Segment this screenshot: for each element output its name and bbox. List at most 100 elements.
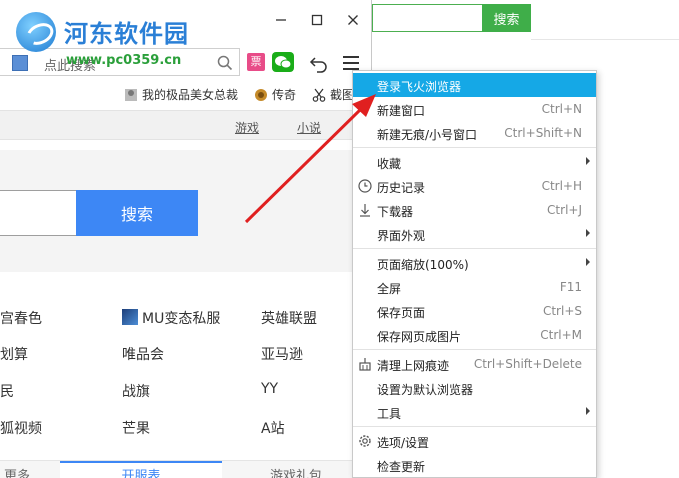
site-link[interactable]: 英雄联盟 <box>261 308 317 328</box>
scissors-icon <box>312 88 326 102</box>
watermark-title: 河东软件园 <box>64 20 189 48</box>
menu-item-shortcut: F11 <box>559 280 582 294</box>
watermark-url: www.pc0359.cn <box>66 53 182 68</box>
bookmark-item[interactable]: 我的极品美女总裁 <box>124 86 238 103</box>
site-link[interactable]: A站 <box>261 418 285 438</box>
tab-game-gifts[interactable]: 游戏礼包 <box>270 465 322 478</box>
site-link[interactable]: 唯品会 <box>122 344 164 364</box>
menu-item-save-page[interactable]: 保存页面 Ctrl+S <box>353 299 596 323</box>
menu-item-shortcut: Ctrl+Shift+N <box>504 126 582 140</box>
menu-item-label: 保存页面 <box>377 306 426 320</box>
menu-icon-line <box>343 62 359 64</box>
menu-item-shortcut: Ctrl+J <box>547 203 582 217</box>
bookmark-label: 传奇 <box>272 88 297 102</box>
minimize-button[interactable] <box>266 8 296 32</box>
menu-item-label: 登录飞火浏览器 <box>377 80 462 94</box>
submenu-arrow-icon <box>586 258 590 266</box>
page-search-area: 搜索 <box>0 150 371 272</box>
tab-more[interactable]: 更多 <box>4 465 30 478</box>
site-link[interactable]: 战旗 <box>122 381 150 401</box>
menu-item-shortcut: Ctrl+Shift+Delete <box>473 357 582 371</box>
menu-item-fullscreen[interactable]: 全屏 F11 <box>353 275 596 299</box>
menu-item-favorites[interactable]: 收藏 <box>353 150 596 174</box>
mu-game-icon <box>122 309 138 325</box>
clock-icon <box>358 179 372 193</box>
site-link[interactable]: YY <box>261 381 278 397</box>
maximize-icon <box>311 14 323 26</box>
site-link[interactable]: 狐视频 <box>0 418 42 438</box>
submenu-arrow-icon <box>586 229 590 237</box>
menu-item-options[interactable]: 选项/设置 <box>353 429 596 453</box>
menu-item-label: 工具 <box>377 407 402 421</box>
background-header <box>531 0 679 40</box>
site-link[interactable]: MU变态私服 <box>122 308 220 328</box>
menu-item-shortcut: Ctrl+S <box>542 304 582 318</box>
bookmarks-bar: 我的极品美女总裁 传奇 截图 <box>0 80 371 108</box>
page-search-button[interactable]: 搜索 <box>76 190 198 236</box>
menu-item-appearance[interactable]: 界面外观 <box>353 222 596 246</box>
submenu-arrow-icon <box>586 407 590 415</box>
menu-item-new-window[interactable]: 新建窗口 Ctrl+N <box>353 97 596 121</box>
menu-item-downloads[interactable]: 下载器 Ctrl+J <box>353 198 596 222</box>
site-link-label: MU变态私服 <box>142 311 221 327</box>
menu-item-label: 新建无痕/小号窗口 <box>377 128 478 142</box>
download-icon <box>360 204 370 217</box>
menu-item-new-incognito-window[interactable]: 新建无痕/小号窗口 Ctrl+Shift+N <box>353 121 596 145</box>
site-link[interactable]: 划算 <box>0 344 28 364</box>
site-link[interactable]: 民 <box>0 381 14 401</box>
menu-item-label: 选项/设置 <box>377 436 430 450</box>
menu-item-shortcut: Ctrl+M <box>540 328 582 342</box>
wechat-icon[interactable] <box>272 52 294 72</box>
site-link[interactable]: 芒果 <box>122 418 150 438</box>
bookmark-item[interactable]: 传奇 <box>254 86 296 103</box>
menu-item-label: 历史记录 <box>377 181 426 195</box>
site-link[interactable]: 宫春色 <box>0 308 42 328</box>
nav-link-novels[interactable]: 小说 <box>297 119 321 136</box>
menu-item-label: 下载器 <box>377 205 414 219</box>
bookmark-label: 截图 <box>330 88 355 102</box>
minimize-icon <box>276 19 286 21</box>
background-search-input[interactable] <box>372 4 482 32</box>
bookmark-item[interactable]: 截图 <box>312 86 354 103</box>
close-button[interactable] <box>338 8 368 32</box>
submenu-arrow-icon <box>586 157 590 165</box>
menu-item-shortcut: Ctrl+N <box>541 102 582 116</box>
menu-item-label: 全屏 <box>377 282 402 296</box>
broom-icon <box>359 358 371 371</box>
menu-item-zoom[interactable]: 页面缩放(100%) <box>353 251 596 275</box>
maximize-button[interactable] <box>302 8 332 32</box>
browser-window: 点此搜索 票 我的极品美女总裁 传奇 截图 游戏 小说 搜索 宫春色 MU变态私… <box>0 0 372 478</box>
site-links-grid: 宫春色 MU变态私服 英雄联盟 划算 唯品会 亚马逊 民 战旗 YY 狐视频 芒… <box>0 296 371 446</box>
close-icon <box>348 15 358 25</box>
menu-separator <box>353 248 596 249</box>
site-link[interactable]: 亚马逊 <box>261 344 303 364</box>
main-menu-dropdown: 登录飞火浏览器 新建窗口 Ctrl+N 新建无痕/小号窗口 Ctrl+Shift+N… <box>352 70 597 478</box>
menu-separator <box>353 349 596 350</box>
menu-item-clear-history[interactable]: 清理上网痕迹 Ctrl+Shift+Delete <box>353 352 596 376</box>
menu-item-label: 界面外观 <box>377 229 426 243</box>
menu-item-label: 收藏 <box>377 157 402 171</box>
menu-item-label: 保存网页成图片 <box>377 330 462 344</box>
portrait-icon <box>125 88 137 101</box>
menu-item-save-as-image[interactable]: 保存网页成图片 Ctrl+M <box>353 323 596 347</box>
page-search-input[interactable] <box>0 190 78 236</box>
site-watermark: 河东软件园 www.pc0359.cn <box>0 4 230 74</box>
menu-item-history[interactable]: 历史记录 Ctrl+H <box>353 174 596 198</box>
menu-item-label: 检查更新 <box>377 460 426 474</box>
game-icon <box>255 88 267 101</box>
bottom-tab-strip: 更多 开服表 游戏礼包 <box>0 460 371 478</box>
menu-item-set-default-browser[interactable]: 设置为默认浏览器 <box>353 376 596 400</box>
menu-item-label: 设置为默认浏览器 <box>377 383 474 397</box>
tab-server-list[interactable]: 开服表 <box>60 461 222 478</box>
ticket-icon[interactable]: 票 <box>247 53 265 71</box>
menu-item-check-update[interactable]: 检查更新 <box>353 453 596 477</box>
menu-item-shortcut: Ctrl+H <box>541 179 582 193</box>
nav-link-games[interactable]: 游戏 <box>235 119 259 136</box>
menu-item-label: 清理上网痕迹 <box>377 359 450 373</box>
menu-separator <box>353 426 596 427</box>
background-search-button[interactable]: 搜索 <box>482 4 531 32</box>
undo-icon[interactable] <box>308 52 330 74</box>
menu-item-login[interactable]: 登录飞火浏览器 <box>353 73 596 97</box>
menu-item-tools[interactable]: 工具 <box>353 400 596 424</box>
menu-item-label: 新建窗口 <box>377 104 426 118</box>
